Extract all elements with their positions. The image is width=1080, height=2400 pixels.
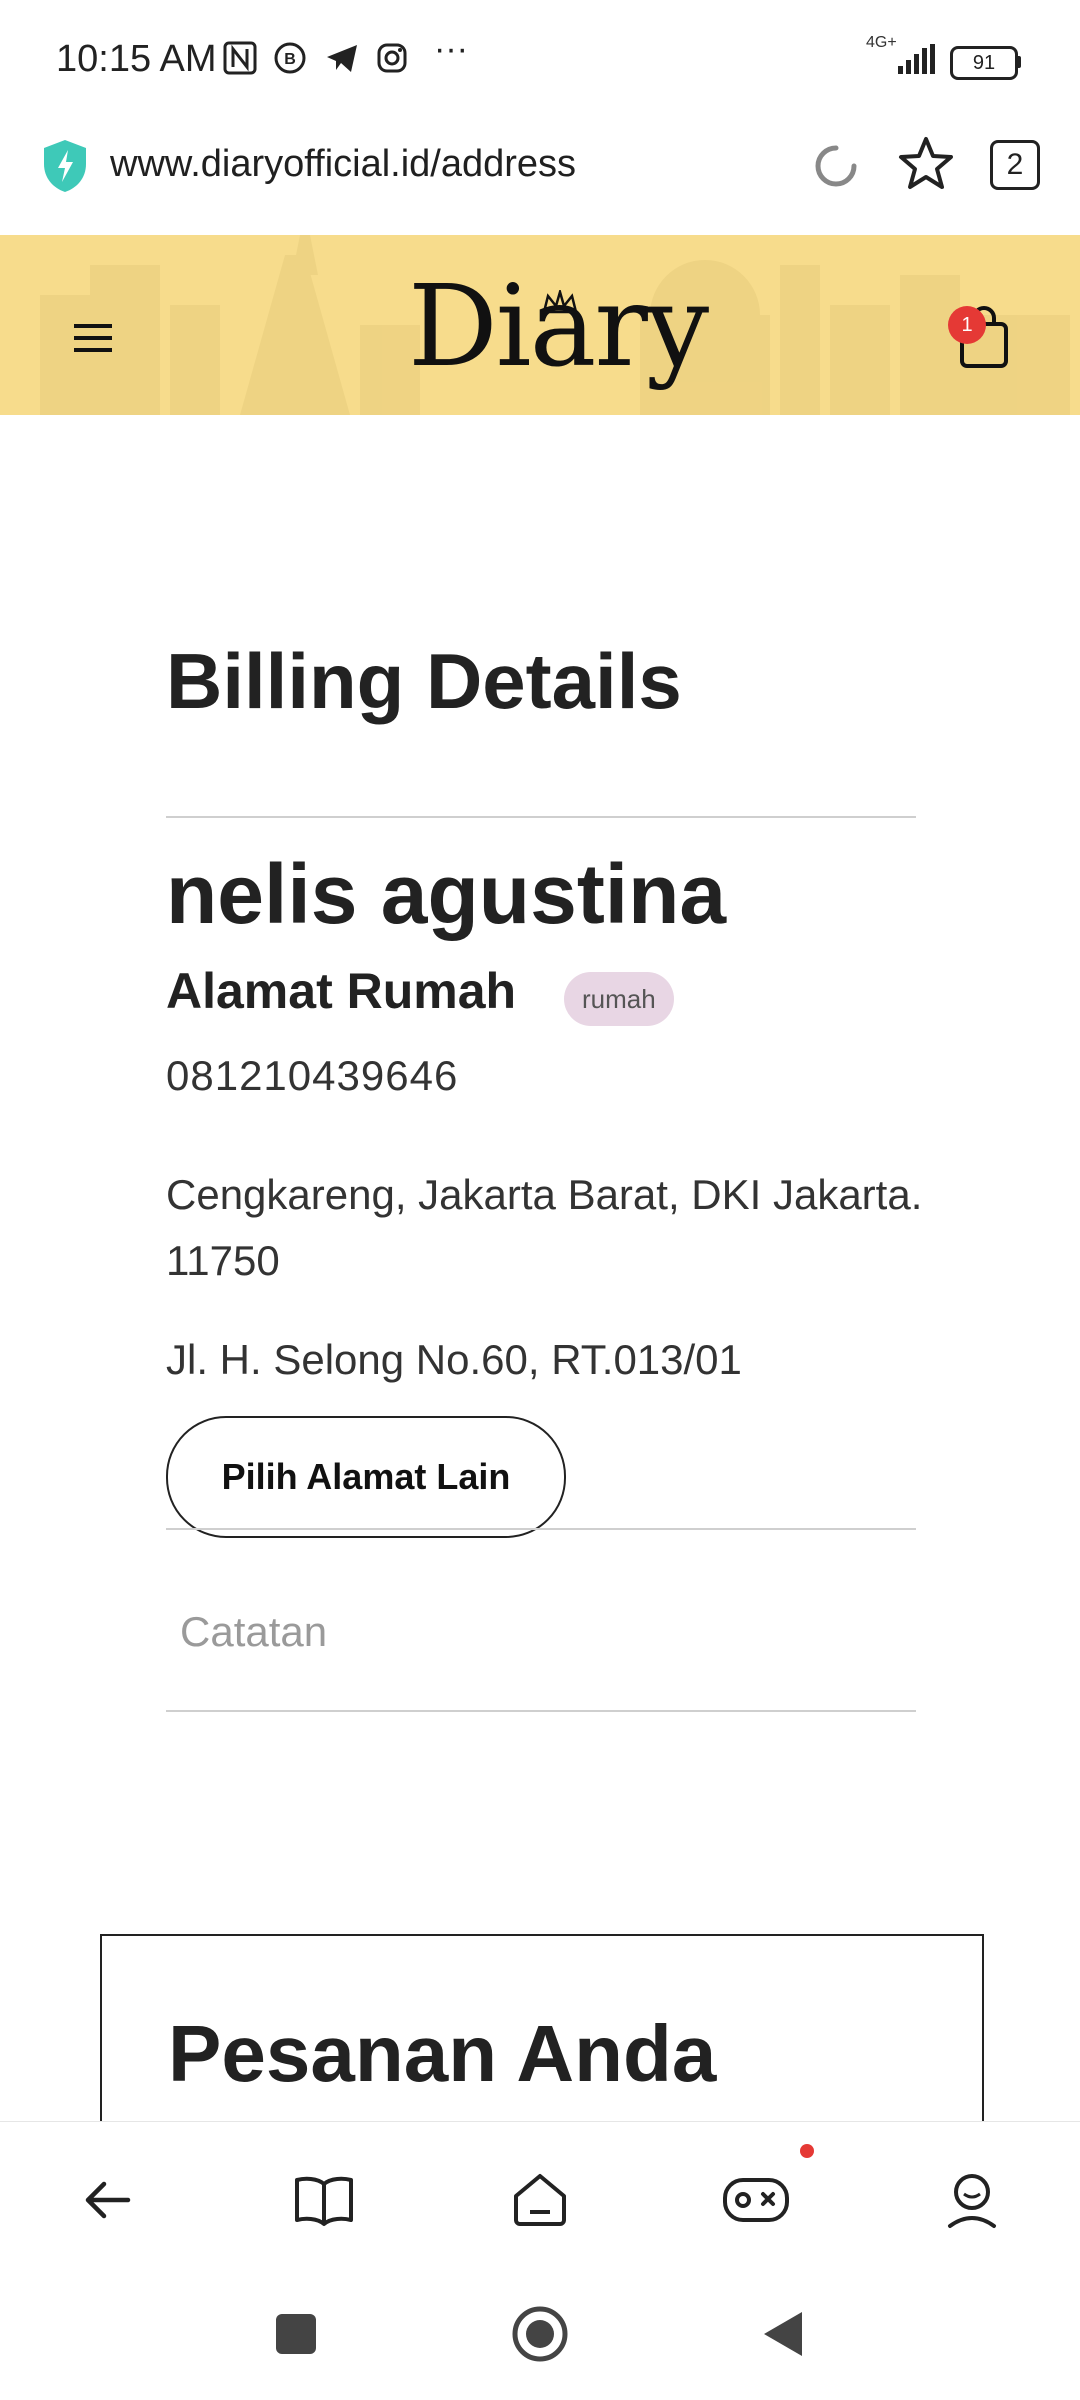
- home-circle-icon[interactable]: [510, 2304, 570, 2369]
- signal-icon: [896, 44, 936, 81]
- gamepad-icon[interactable]: [716, 2160, 796, 2240]
- battery-tip: [1016, 56, 1021, 68]
- recents-icon[interactable]: [274, 2312, 318, 2361]
- address-tag-badge: rumah: [564, 972, 674, 1026]
- status-time: 10:15 AM: [56, 38, 217, 80]
- menu-icon[interactable]: [70, 318, 118, 363]
- url-text[interactable]: www.diaryofficial.id/address: [110, 143, 576, 186]
- customer-name: nelis agustina: [166, 847, 727, 941]
- shield-icon[interactable]: [40, 138, 90, 199]
- back-triangle-icon[interactable]: [758, 2308, 806, 2365]
- orders-title: Pesanan Anda: [168, 2009, 717, 2098]
- notes-input[interactable]: Catatan: [180, 1608, 327, 1656]
- profile-icon[interactable]: [932, 2160, 1012, 2240]
- star-icon[interactable]: [896, 134, 956, 199]
- phone-number: 081210439646: [166, 1052, 459, 1099]
- brand-logo[interactable]: Diary: [408, 262, 709, 392]
- cart-count-badge: 1: [948, 306, 986, 344]
- divider: [166, 1528, 916, 1530]
- battery-indicator: 91: [950, 46, 1018, 80]
- network-type: 4G+: [866, 34, 897, 51]
- divider: [166, 1710, 916, 1712]
- more-notifications: ···: [434, 30, 468, 68]
- address-street: Jl. H. Selong No.60, RT.013/01: [166, 1336, 742, 1383]
- notification-dot: [800, 2144, 814, 2158]
- chat-b-icon: B: [272, 40, 308, 76]
- telegram-icon: [322, 40, 362, 76]
- home-icon[interactable]: [500, 2160, 580, 2240]
- back-arrow-icon[interactable]: [68, 2160, 148, 2240]
- tabs-button[interactable]: 2: [990, 140, 1040, 190]
- billing-details-title: Billing Details: [166, 637, 682, 725]
- choose-other-address-button[interactable]: Pilih Alamat Lain: [166, 1416, 566, 1538]
- nfc-icon: [222, 40, 258, 76]
- crown-icon: [540, 287, 580, 321]
- reload-icon[interactable]: [808, 138, 864, 199]
- address-region: Cengkareng, Jakarta Barat, DKI Jakarta. …: [166, 1171, 923, 1284]
- address-label: Alamat Rumah: [166, 963, 517, 1019]
- divider: [166, 816, 916, 818]
- book-icon[interactable]: [284, 2160, 364, 2240]
- instagram-icon: [374, 40, 410, 76]
- svg-text:B: B: [284, 51, 296, 68]
